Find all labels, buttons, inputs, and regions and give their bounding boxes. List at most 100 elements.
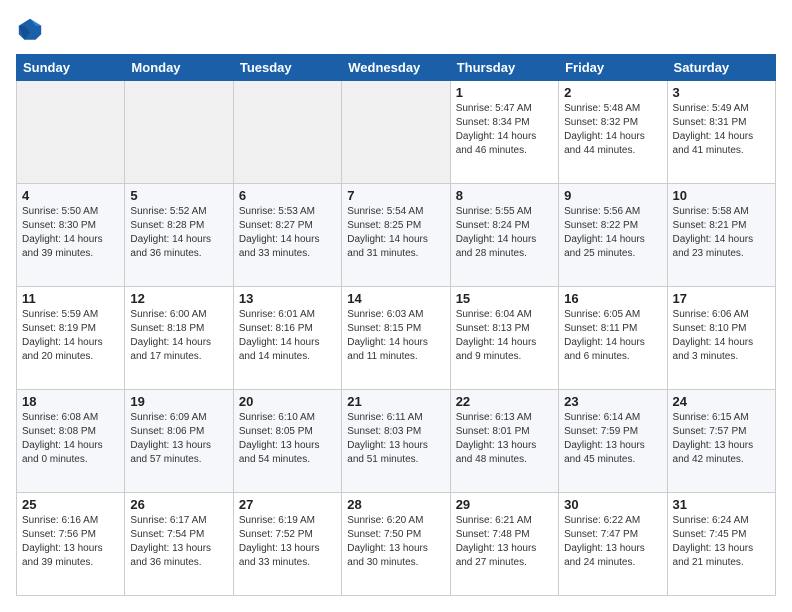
day-number: 18 (22, 394, 119, 409)
day-info: Sunrise: 5:53 AM Sunset: 8:27 PM Dayligh… (239, 205, 336, 261)
week-row-4: 18 Sunrise: 6:08 AM Sunset: 8:08 PM Dayli… (17, 390, 776, 493)
col-header-tuesday: Tuesday (233, 55, 341, 81)
day-number: 24 (673, 394, 770, 409)
day-info: Sunrise: 5:49 AM Sunset: 8:31 PM Dayligh… (673, 102, 770, 158)
day-info: Sunrise: 5:58 AM Sunset: 8:21 PM Dayligh… (673, 205, 770, 261)
day-number: 8 (456, 188, 553, 203)
calendar-cell: 18 Sunrise: 6:08 AM Sunset: 8:08 PM Dayli… (17, 390, 125, 493)
day-info: Sunrise: 5:47 AM Sunset: 8:34 PM Dayligh… (456, 102, 553, 158)
day-number: 22 (456, 394, 553, 409)
day-number: 1 (456, 85, 553, 100)
day-info: Sunrise: 5:50 AM Sunset: 8:30 PM Dayligh… (22, 205, 119, 261)
calendar-cell: 30 Sunrise: 6:22 AM Sunset: 7:47 PM Dayli… (559, 493, 667, 596)
day-number: 16 (564, 291, 661, 306)
day-info: Sunrise: 6:19 AM Sunset: 7:52 PM Dayligh… (239, 514, 336, 570)
day-number: 17 (673, 291, 770, 306)
calendar-cell (125, 81, 233, 184)
calendar-cell: 5 Sunrise: 5:52 AM Sunset: 8:28 PM Daylig… (125, 184, 233, 287)
day-info: Sunrise: 5:54 AM Sunset: 8:25 PM Dayligh… (347, 205, 444, 261)
day-number: 21 (347, 394, 444, 409)
day-info: Sunrise: 6:22 AM Sunset: 7:47 PM Dayligh… (564, 514, 661, 570)
calendar-cell: 17 Sunrise: 6:06 AM Sunset: 8:10 PM Dayli… (667, 287, 775, 390)
day-number: 3 (673, 85, 770, 100)
day-info: Sunrise: 6:14 AM Sunset: 7:59 PM Dayligh… (564, 411, 661, 467)
day-info: Sunrise: 6:16 AM Sunset: 7:56 PM Dayligh… (22, 514, 119, 570)
day-info: Sunrise: 6:20 AM Sunset: 7:50 PM Dayligh… (347, 514, 444, 570)
page-header (16, 16, 776, 44)
calendar-cell: 22 Sunrise: 6:13 AM Sunset: 8:01 PM Dayli… (450, 390, 558, 493)
day-info: Sunrise: 6:08 AM Sunset: 8:08 PM Dayligh… (22, 411, 119, 467)
day-info: Sunrise: 5:48 AM Sunset: 8:32 PM Dayligh… (564, 102, 661, 158)
day-number: 15 (456, 291, 553, 306)
calendar-cell: 28 Sunrise: 6:20 AM Sunset: 7:50 PM Dayli… (342, 493, 450, 596)
week-row-3: 11 Sunrise: 5:59 AM Sunset: 8:19 PM Dayli… (17, 287, 776, 390)
day-number: 20 (239, 394, 336, 409)
day-number: 19 (130, 394, 227, 409)
col-header-friday: Friday (559, 55, 667, 81)
day-number: 27 (239, 497, 336, 512)
calendar-cell: 23 Sunrise: 6:14 AM Sunset: 7:59 PM Dayli… (559, 390, 667, 493)
calendar-cell: 29Sunrise: 6:21 AM Sunset: 7:48 PM Dayli… (450, 493, 558, 596)
calendar-cell: 26 Sunrise: 6:17 AM Sunset: 7:54 PM Dayli… (125, 493, 233, 596)
day-number: 26 (130, 497, 227, 512)
calendar-cell: 13Sunrise: 6:01 AM Sunset: 8:16 PM Dayli… (233, 287, 341, 390)
day-info: Sunrise: 6:13 AM Sunset: 8:01 PM Dayligh… (456, 411, 553, 467)
day-number: 11 (22, 291, 119, 306)
calendar-table: SundayMondayTuesdayWednesdayThursdayFrid… (16, 54, 776, 596)
week-row-5: 25 Sunrise: 6:16 AM Sunset: 7:56 PM Dayli… (17, 493, 776, 596)
day-info: Sunrise: 6:09 AM Sunset: 8:06 PM Dayligh… (130, 411, 227, 467)
day-number: 31 (673, 497, 770, 512)
day-info: Sunrise: 6:04 AM Sunset: 8:13 PM Dayligh… (456, 308, 553, 364)
day-number: 10 (673, 188, 770, 203)
col-header-saturday: Saturday (667, 55, 775, 81)
calendar-cell: 16Sunrise: 6:05 AM Sunset: 8:11 PM Dayli… (559, 287, 667, 390)
day-info: Sunrise: 5:56 AM Sunset: 8:22 PM Dayligh… (564, 205, 661, 261)
calendar-cell: 3 Sunrise: 5:49 AM Sunset: 8:31 PM Daylig… (667, 81, 775, 184)
day-info: Sunrise: 6:00 AM Sunset: 8:18 PM Dayligh… (130, 308, 227, 364)
week-row-2: 4Sunrise: 5:50 AM Sunset: 8:30 PM Daylig… (17, 184, 776, 287)
calendar-cell: 27 Sunrise: 6:19 AM Sunset: 7:52 PM Dayli… (233, 493, 341, 596)
day-number: 7 (347, 188, 444, 203)
day-info: Sunrise: 6:01 AM Sunset: 8:16 PM Dayligh… (239, 308, 336, 364)
calendar-cell: 10 Sunrise: 5:58 AM Sunset: 8:21 PM Dayli… (667, 184, 775, 287)
day-info: Sunrise: 5:52 AM Sunset: 8:28 PM Dayligh… (130, 205, 227, 261)
col-header-sunday: Sunday (17, 55, 125, 81)
calendar-cell: 9 Sunrise: 5:56 AM Sunset: 8:22 PM Daylig… (559, 184, 667, 287)
logo (16, 16, 48, 44)
calendar-cell (233, 81, 341, 184)
day-number: 29 (456, 497, 553, 512)
calendar-cell: 15 Sunrise: 6:04 AM Sunset: 8:13 PM Dayli… (450, 287, 558, 390)
day-info: Sunrise: 6:06 AM Sunset: 8:10 PM Dayligh… (673, 308, 770, 364)
calendar-cell: 20 Sunrise: 6:10 AM Sunset: 8:05 PM Dayli… (233, 390, 341, 493)
calendar-cell: 4Sunrise: 5:50 AM Sunset: 8:30 PM Daylig… (17, 184, 125, 287)
day-info: Sunrise: 6:03 AM Sunset: 8:15 PM Dayligh… (347, 308, 444, 364)
calendar-cell: 14Sunrise: 6:03 AM Sunset: 8:15 PM Dayli… (342, 287, 450, 390)
day-number: 12 (130, 291, 227, 306)
day-number: 5 (130, 188, 227, 203)
calendar-cell: 7 Sunrise: 5:54 AM Sunset: 8:25 PM Daylig… (342, 184, 450, 287)
calendar-cell: 21 Sunrise: 6:11 AM Sunset: 8:03 PM Dayli… (342, 390, 450, 493)
calendar-cell: 6 Sunrise: 5:53 AM Sunset: 8:27 PM Daylig… (233, 184, 341, 287)
week-row-1: 1 Sunrise: 5:47 AM Sunset: 8:34 PM Daylig… (17, 81, 776, 184)
calendar-cell: 19 Sunrise: 6:09 AM Sunset: 8:06 PM Dayli… (125, 390, 233, 493)
col-header-thursday: Thursday (450, 55, 558, 81)
day-number: 30 (564, 497, 661, 512)
day-info: Sunrise: 6:17 AM Sunset: 7:54 PM Dayligh… (130, 514, 227, 570)
day-info: Sunrise: 6:11 AM Sunset: 8:03 PM Dayligh… (347, 411, 444, 467)
calendar-cell: 11 Sunrise: 5:59 AM Sunset: 8:19 PM Dayli… (17, 287, 125, 390)
calendar-cell: 1 Sunrise: 5:47 AM Sunset: 8:34 PM Daylig… (450, 81, 558, 184)
day-info: Sunrise: 5:59 AM Sunset: 8:19 PM Dayligh… (22, 308, 119, 364)
day-number: 6 (239, 188, 336, 203)
day-info: Sunrise: 6:15 AM Sunset: 7:57 PM Dayligh… (673, 411, 770, 467)
day-number: 28 (347, 497, 444, 512)
day-number: 25 (22, 497, 119, 512)
day-number: 23 (564, 394, 661, 409)
calendar-cell (17, 81, 125, 184)
day-info: Sunrise: 5:55 AM Sunset: 8:24 PM Dayligh… (456, 205, 553, 261)
col-header-monday: Monday (125, 55, 233, 81)
calendar-cell: 24 Sunrise: 6:15 AM Sunset: 7:57 PM Dayli… (667, 390, 775, 493)
day-info: Sunrise: 6:10 AM Sunset: 8:05 PM Dayligh… (239, 411, 336, 467)
logo-icon (16, 16, 44, 44)
day-info: Sunrise: 6:24 AM Sunset: 7:45 PM Dayligh… (673, 514, 770, 570)
day-number: 9 (564, 188, 661, 203)
